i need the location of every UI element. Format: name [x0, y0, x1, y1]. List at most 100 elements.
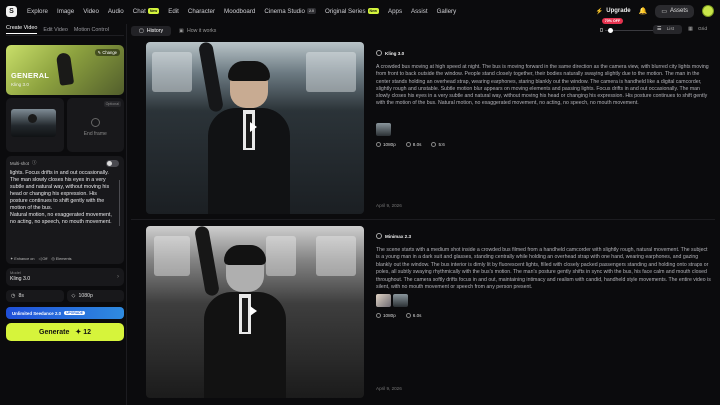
nav-assist[interactable]: Assist: [411, 8, 428, 15]
nav-gallery[interactable]: Gallery: [437, 8, 457, 15]
new-badge: New: [147, 8, 160, 14]
change-model-button[interactable]: ✎ Change: [94, 49, 120, 56]
avatar[interactable]: [702, 5, 714, 17]
tab-motion-control[interactable]: Motion Control: [74, 27, 109, 33]
enhance-label: Enhance on: [14, 256, 35, 261]
multishot-toggle[interactable]: [106, 160, 119, 167]
ratio-text: 5:6: [438, 142, 445, 147]
resolution-selector[interactable]: ◇ 1080p: [66, 290, 124, 302]
nav-character[interactable]: Character: [188, 8, 215, 15]
model-tag: Kling 3.0: [376, 50, 711, 56]
video-preview[interactable]: [146, 226, 364, 398]
reference-thumbnails: [376, 123, 711, 136]
assets-button[interactable]: ▭ Assets: [655, 4, 694, 18]
nav-label: Image: [56, 7, 75, 15]
bus-window: [152, 52, 192, 92]
video-preview[interactable]: [146, 42, 364, 214]
info-icon: ⓘ: [32, 160, 37, 165]
nav-moodboard[interactable]: Moodboard: [224, 8, 255, 15]
nav-chat[interactable]: Chat New: [132, 7, 160, 15]
how-label: How it works: [186, 28, 217, 34]
zoom-icon: [600, 28, 603, 32]
resolution-chip: 1080p: [376, 313, 396, 319]
item-meta: Kling 3.0 A crowded bus moving at high s…: [376, 50, 711, 147]
prompt-box[interactable]: Multi-shot ⓘ lights. Focus drifts in and…: [6, 156, 124, 264]
reference-thumbnail[interactable]: [376, 123, 391, 136]
nav-original-series[interactable]: Original Series New: [325, 8, 379, 15]
model-label: Model: [10, 270, 21, 275]
nav-cinema-studio[interactable]: Cinema Studio 2.0: [264, 8, 316, 15]
app-logo[interactable]: S: [6, 5, 17, 17]
nav-explore[interactable]: Explore: [27, 8, 48, 15]
duration-selector[interactable]: ◷ 8s: [6, 290, 64, 302]
tab-edit-video[interactable]: Edit Video: [43, 27, 67, 33]
play-square-icon: ▣: [179, 28, 184, 34]
params-row: ◷ 8s ◇ 1080p: [6, 290, 124, 302]
duration-text: 6.0s: [412, 313, 422, 319]
nav-edit[interactable]: Edit: [168, 8, 179, 15]
nav-audio[interactable]: Audio: [108, 8, 124, 15]
bell-icon[interactable]: 🔔: [639, 7, 648, 15]
upload-icon: [90, 118, 100, 127]
tab-how-it-works[interactable]: ▣ How it works: [171, 26, 224, 36]
frame-inputs: Optional End frame: [6, 98, 124, 152]
upgrade-button[interactable]: ⚡ Upgrade 70% OFF: [595, 8, 631, 24]
nav-apps[interactable]: Apps: [388, 8, 402, 15]
version-badge: 2.0: [306, 8, 316, 14]
item-params: 1080p 6.0s: [376, 313, 711, 319]
resolution-icon: [376, 142, 381, 147]
generate-label: Generate: [39, 328, 70, 336]
item-date: April 9, 2026: [376, 386, 402, 391]
nav-label: Chat: [132, 7, 146, 15]
play-icon[interactable]: [250, 122, 257, 132]
generate-button[interactable]: Generate ✦ 12: [6, 323, 124, 341]
nav-label: Audio: [107, 7, 124, 15]
nav-label: Edit: [168, 7, 179, 15]
history-item: Minimax 2.3 The scene starts with a medi…: [131, 223, 715, 403]
bus-window: [306, 52, 356, 92]
resolution-value: 1080p: [78, 293, 93, 299]
duration-chip: 8.0s: [405, 142, 421, 147]
resolution-text: 1080p: [383, 313, 396, 319]
subject-figure: [198, 42, 290, 214]
tab-create-video[interactable]: Create Video: [6, 25, 38, 34]
model-selector[interactable]: Model Kling 3.0 ›: [6, 268, 124, 286]
unlimited-banner[interactable]: Unlimited Seedance 2.0 UPGRADE: [6, 307, 124, 319]
content-toolbar: ▢ History ▣ How it works ☰ List ▦ Grid: [131, 25, 715, 37]
model-preset-card[interactable]: ✎ Change GENERAL Kling 3.0: [6, 45, 124, 95]
model-icon: [376, 50, 382, 56]
prompt-description: A crowded bus moving at high speed at ni…: [376, 64, 709, 107]
create-panel: Create Video Edit Video Motion Control ✎…: [6, 24, 124, 405]
tab-history[interactable]: ▢ History: [131, 26, 172, 36]
zoom-slider[interactable]: [600, 28, 654, 34]
prompt-scrollbar[interactable]: [118, 180, 120, 226]
lightning-icon: ⚡: [595, 8, 604, 15]
multishot-row: Multi-shot ⓘ: [10, 160, 120, 166]
credits-value: 12: [83, 329, 91, 336]
reference-thumbnail[interactable]: [393, 294, 408, 308]
hair: [228, 61, 270, 81]
reference-thumbnail[interactable]: [376, 294, 391, 308]
prompt-textarea[interactable]: lights. Focus drifts in and out occasion…: [10, 170, 120, 249]
nav-video[interactable]: Video: [83, 8, 99, 15]
raised-arm: [198, 42, 224, 113]
nav-image[interactable]: Image: [57, 8, 74, 15]
list-view-button[interactable]: ☰ List: [652, 25, 683, 34]
end-frame-slot[interactable]: Optional End frame: [66, 98, 124, 152]
elements-button[interactable]: ◎ Elements: [51, 256, 72, 262]
upgrade-label: Upgrade: [606, 8, 631, 14]
model-name: Kling 3.0: [385, 50, 405, 56]
nav-label: Assist: [411, 7, 428, 15]
start-frame-thumbnail[interactable]: [11, 109, 56, 137]
slider-knob[interactable]: [608, 28, 613, 33]
duration-chip: 6.0s: [405, 313, 422, 319]
start-frame-slot[interactable]: [6, 98, 64, 152]
elements-label: Elements: [55, 256, 72, 261]
raised-arm: [194, 226, 220, 297]
audio-toggle[interactable]: ◁ Off: [38, 256, 47, 262]
play-icon[interactable]: [250, 306, 257, 316]
enhance-toggle[interactable]: ✦ Enhance on: [10, 256, 35, 262]
grid-view-button[interactable]: ▦ Grid: [684, 25, 715, 34]
item-separator: [131, 219, 715, 220]
nav-label: Character: [187, 7, 216, 15]
